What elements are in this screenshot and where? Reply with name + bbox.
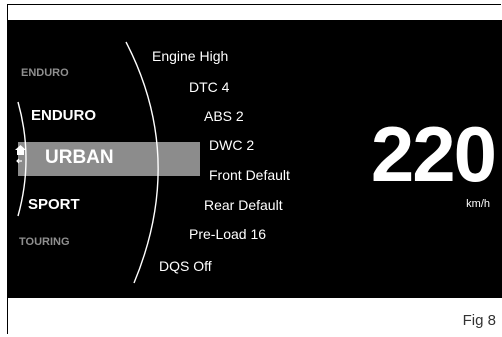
figure-label: Fig 8: [462, 312, 496, 329]
dashboard-screen: ENDURO ENDURO URBAN SPORT TOURING Engine…: [8, 20, 502, 298]
mode-item-touring[interactable]: TOURING: [19, 236, 70, 248]
mode-item-sport[interactable]: SPORT: [28, 196, 80, 213]
mode-item-urban-selected[interactable]: URBAN: [45, 147, 114, 169]
setting-engine[interactable]: Engine High: [152, 48, 228, 64]
setting-rear-suspension[interactable]: Rear Default: [204, 197, 283, 213]
setting-dqs[interactable]: DQS Off: [159, 258, 212, 274]
setting-dwc[interactable]: DWC 2: [209, 137, 254, 153]
setting-dtc[interactable]: DTC 4: [189, 79, 229, 95]
speed-readout: 220: [370, 110, 497, 198]
speed-unit: km/h: [466, 198, 490, 210]
setting-preload[interactable]: Pre-Load 16: [189, 226, 266, 242]
setting-front-suspension[interactable]: Front Default: [209, 167, 290, 183]
setting-abs[interactable]: ABS 2: [204, 108, 244, 124]
